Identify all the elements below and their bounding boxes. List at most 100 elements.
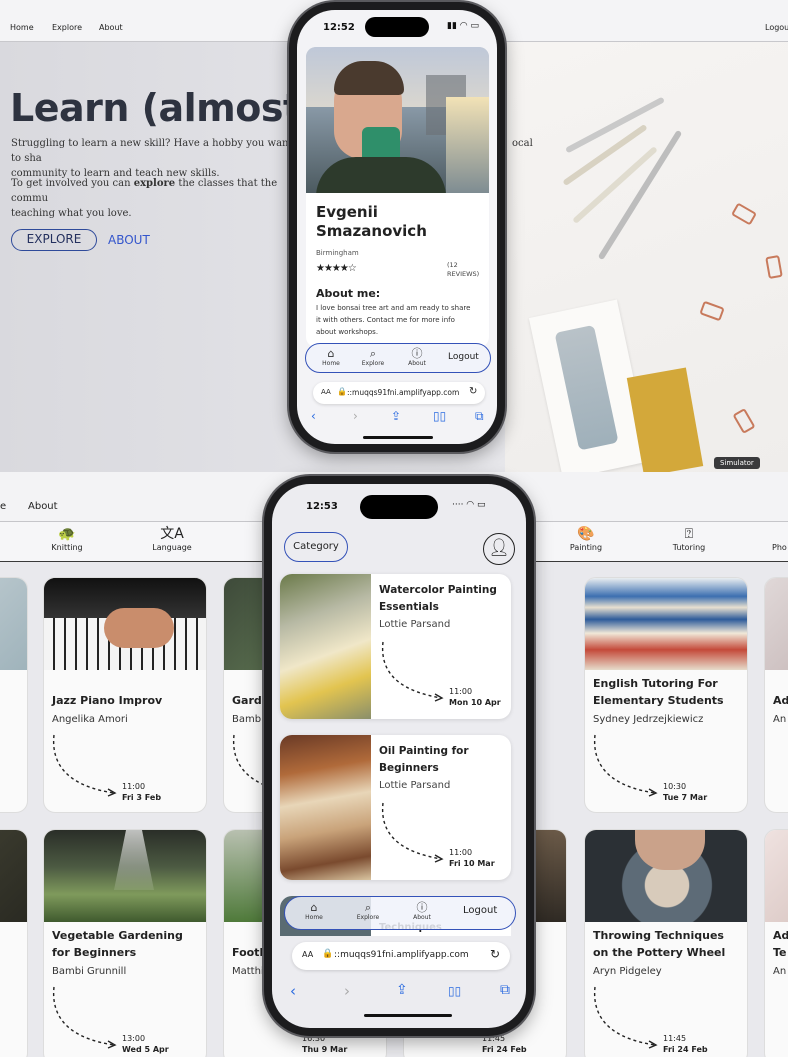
nav-about-item[interactable]: ⓘ About: [407, 901, 437, 922]
class-title: Ad Te: [773, 929, 788, 959]
profile-card: Evgenii Smazanovich Birmingham ★★★★☆ (12…: [306, 47, 489, 347]
class-datetime: 16:30 Thu 9 Mar: [302, 1034, 348, 1054]
class-card[interactable]: English Tutoring For Elementary Students…: [584, 577, 748, 813]
timeline-arrow-icon: [53, 986, 117, 1049]
nav-home-item[interactable]: ⌂ Home: [316, 348, 346, 368]
info-icon: ⓘ: [416, 901, 428, 914]
class-card-image: [585, 830, 747, 922]
share-icon[interactable]: ⇪: [396, 982, 408, 998]
forward-icon[interactable]: ›: [353, 409, 358, 423]
teacher-icon: ⍰: [684, 526, 694, 542]
simulator-tooltip: Simulator: [714, 457, 760, 469]
class-instructor: Bamb: [232, 714, 262, 725]
class-instructor: Angelika Amori: [52, 714, 128, 725]
back-icon[interactable]: ‹: [311, 409, 316, 423]
class-card-partial[interactable]: [0, 577, 28, 813]
text-size-button[interactable]: AA: [321, 388, 331, 396]
class-card-image: [0, 578, 27, 670]
class-card-partial[interactable]: [0, 829, 28, 1057]
phone-1-screen: 12:52 ▮▮ ◠ ▭ Evgenii Smazanovich Birming…: [297, 10, 497, 444]
class-card[interactable]: Vegetable Gardening for Beginners Bambi …: [43, 829, 207, 1057]
nav-home-link[interactable]: Home: [10, 23, 34, 32]
tabs-icon[interactable]: ⧉: [500, 982, 510, 998]
nav-home-item[interactable]: ⌂ Home: [299, 901, 329, 922]
safari-address-bar[interactable]: AA 🔒 ::muqqs91fni.amplifyapp.com ↻: [292, 942, 510, 970]
share-icon[interactable]: ⇪: [391, 409, 401, 423]
translate-icon: 文A: [160, 526, 184, 542]
class-card[interactable]: Jazz Piano Improv Angelika Amori 11:00 Fr…: [43, 577, 207, 813]
search-icon: ⌕: [364, 901, 372, 914]
signal-wifi-battery-icon: ▮▮ ◠ ▭: [447, 21, 479, 31]
nav-about-item[interactable]: ⓘ About: [402, 347, 432, 368]
class-card-partial[interactable]: Ad An: [764, 577, 788, 813]
nav-logout-link[interactable]: Logou: [765, 23, 788, 32]
bookmarks-icon[interactable]: ▯▯: [433, 409, 446, 423]
profile-name: Evgenii Smazanovich: [316, 203, 427, 240]
class-card[interactable]: Throwing Techniques on the Pottery Wheel…: [584, 829, 748, 1057]
category-language[interactable]: 文A Language: [150, 525, 194, 552]
category-knitting[interactable]: 🐢 Knitting: [50, 525, 84, 552]
user-profile-icon[interactable]: 👤︎: [483, 533, 515, 565]
nav-about-link[interactable]: About: [99, 23, 123, 32]
nav-explore-item[interactable]: ⌕ Explore: [353, 901, 383, 922]
home-icon: ⌂: [310, 901, 318, 914]
nav-explore-item[interactable]: ⌕ Explore: [358, 348, 388, 368]
category-painting[interactable]: 🎨 Painting: [566, 525, 606, 552]
class-datetime: 11:00 Fri 3 Feb: [122, 782, 162, 802]
text-size-button[interactable]: AA: [302, 950, 313, 959]
nav-explore-link[interactable]: Explore: [52, 23, 82, 32]
tabs-icon[interactable]: ⧉: [475, 409, 484, 424]
class-title: Watercolor Painting Essentials: [379, 584, 497, 613]
nav-logout-item[interactable]: Logout: [463, 905, 497, 916]
bookmarks-icon[interactable]: ▯▯: [448, 984, 461, 998]
category-button[interactable]: Category: [284, 532, 348, 562]
category-tutoring[interactable]: ⍰ Tutoring: [669, 525, 709, 552]
dynamic-island: [360, 495, 438, 519]
home-indicator: [363, 436, 433, 439]
class-title: Ad: [773, 694, 788, 707]
profile-location: Birmingham: [316, 249, 359, 257]
desk-background-image: [505, 42, 788, 472]
lock-icon: 🔒: [337, 387, 347, 396]
phone-simulator-1: 12:52 ▮▮ ◠ ▭ Evgenii Smazanovich Birming…: [289, 2, 505, 452]
class-card-partial[interactable]: Ad Te An: [764, 829, 788, 1057]
explore-button[interactable]: EXPLORE: [11, 229, 97, 251]
reload-icon[interactable]: ↻: [490, 947, 500, 961]
class-title: Oil Painting for Beginners: [379, 745, 469, 774]
reload-icon[interactable]: ↻: [469, 386, 477, 397]
class-card[interactable]: Oil Painting for Beginners Lottie Parsan…: [280, 735, 511, 880]
class-datetime: 11:45 Fri 24 Feb: [482, 1034, 527, 1054]
hero-paragraph-1-tail: ocal: [512, 138, 533, 149]
class-card-image: [0, 830, 27, 922]
class-title: Jazz Piano Improv: [52, 694, 163, 707]
about-me-heading: About me:: [316, 287, 381, 300]
class-datetime: 11:00 Fri 10 Mar: [449, 848, 495, 868]
class-card-image: [585, 578, 747, 670]
dynamic-island: [365, 17, 429, 37]
info-icon: ⓘ: [411, 347, 423, 360]
nav-explore-link-partial[interactable]: e: [0, 501, 6, 512]
safari-address-bar[interactable]: AA 🔒 ::muqqs91fni.amplifyapp.com ↻: [313, 382, 485, 404]
nav-logout-item[interactable]: Logout: [448, 352, 479, 362]
back-icon[interactable]: ‹: [290, 982, 296, 1000]
category-photography[interactable]: .Pho: [772, 525, 788, 552]
class-card-image: [280, 735, 371, 880]
class-card-image: [44, 578, 206, 670]
nav-about-link[interactable]: About: [28, 501, 58, 512]
about-button[interactable]: ABOUT: [108, 233, 150, 247]
class-card-image: [280, 574, 371, 719]
class-instructor: Lottie Parsand: [379, 780, 451, 791]
class-instructor: Matthi: [232, 966, 264, 977]
status-time: 12:52: [323, 22, 355, 33]
timeline-arrow-icon: [53, 734, 117, 797]
timeline-arrow-icon: [381, 802, 444, 863]
timeline-arrow-icon: [381, 641, 444, 702]
lock-icon: 🔒: [322, 949, 334, 959]
class-datetime: 11:00 Mon 10 Apr: [449, 687, 501, 707]
phone-1-bottom-nav: ⌂ Home ⌕ Explore ⓘ About Logout: [305, 343, 491, 373]
forward-icon[interactable]: ›: [344, 982, 350, 1000]
home-indicator: [364, 1014, 452, 1017]
class-card[interactable]: Watercolor Painting Essentials Lottie Pa…: [280, 574, 511, 719]
class-instructor: An: [773, 966, 787, 977]
status-time: 12:53: [306, 501, 338, 512]
